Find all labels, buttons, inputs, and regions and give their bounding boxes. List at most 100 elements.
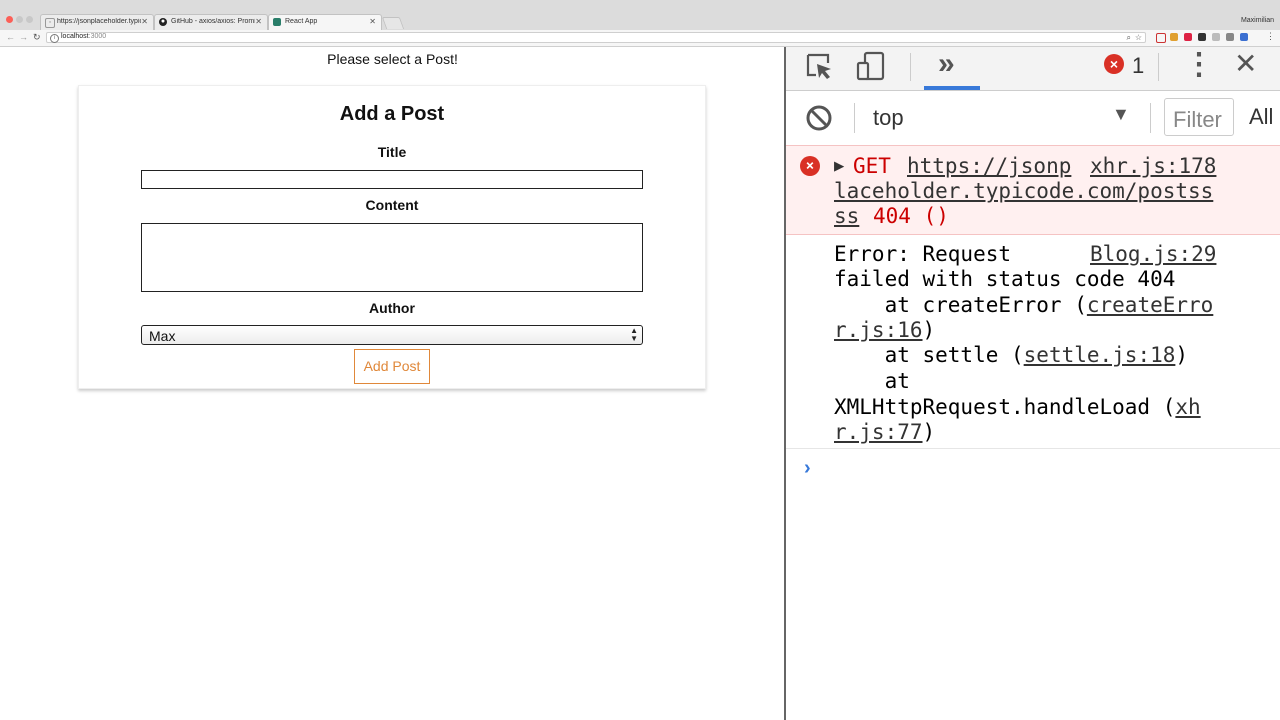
error-count[interactable]: 1 (1132, 53, 1144, 79)
reload-icon[interactable]: ↻ (33, 32, 41, 43)
browser-toolbar: ← → ↻ i localhost:3000 ⌕ ☆ ⋮ (0, 30, 1280, 47)
close-tab-icon[interactable]: ✕ (369, 17, 376, 26)
forward-arrow-icon[interactable]: → (19, 32, 28, 42)
author-select[interactable]: Max ▲ ▼ (141, 325, 643, 345)
devtools-menu-icon[interactable]: ⋮ (1184, 47, 1214, 82)
console-prompt-icon[interactable]: › (804, 457, 811, 480)
extension-icon[interactable] (1240, 33, 1248, 41)
back-arrow-icon[interactable]: ← (6, 32, 15, 42)
stack-text: XMLHttpRequest.handleLoad ( (834, 395, 1176, 419)
stack-text: ) (1175, 343, 1189, 367)
page-icon: ▫ (45, 18, 55, 28)
react-app-page: Please select a Post! Add a Post Title C… (0, 47, 785, 720)
toolbar-separator (1158, 53, 1159, 81)
browser-tab-github[interactable]: ● GitHub - axios/axios: Promise ✕ (154, 14, 268, 30)
address-url: localhost:3000 (61, 33, 106, 40)
tab-title: React App (285, 18, 318, 25)
add-post-button[interactable]: Add Post (354, 349, 430, 384)
device-toolbar-icon[interactable] (856, 51, 888, 83)
info-icon[interactable]: i (50, 34, 59, 43)
url-port: :3000 (88, 33, 107, 40)
content-textarea[interactable] (141, 223, 643, 292)
minimize-window-icon[interactable] (16, 16, 23, 23)
new-tab-button[interactable] (381, 17, 405, 29)
close-window-icon[interactable] (6, 16, 13, 23)
blog-source-link[interactable]: Blog.js:29 (1090, 242, 1216, 267)
stack-text: at (834, 369, 910, 393)
stack-text: at createError ( (834, 293, 1087, 317)
content-label: Content (365, 197, 419, 213)
context-selector[interactable]: top (873, 105, 904, 131)
extension-icon[interactable] (1198, 33, 1206, 41)
stack-link[interactable]: xh (1175, 395, 1200, 419)
url-host: localhost (61, 33, 89, 40)
select-post-message: Please select a Post! (327, 51, 458, 67)
toolbar-separator (854, 103, 855, 133)
stack-frame: r.js:77) (834, 420, 935, 445)
extension-icon[interactable] (1184, 33, 1192, 41)
toolbar-separator (910, 53, 911, 81)
extension-icon[interactable] (1156, 33, 1166, 43)
author-label: Author (369, 300, 415, 316)
expand-triangle-icon[interactable]: ▶ (834, 154, 844, 179)
stack-text: ) (922, 318, 936, 342)
add-post-form: Add a Post Title Content Author Max ▲ ▼ A… (78, 85, 706, 389)
log-levels-dropdown[interactable]: All (1249, 104, 1273, 130)
browser-tab-jsonplaceholder[interactable]: ▫ https://jsonplaceholder.typico ✕ (40, 14, 154, 30)
browser-menu-icon[interactable]: ⋮ (1266, 31, 1275, 42)
devtools-toolbar: » × 1 ⋮ ✕ (786, 47, 1280, 91)
extension-icon[interactable] (1226, 33, 1234, 41)
title-label: Title (377, 144, 407, 160)
close-tab-icon[interactable]: ✕ (255, 17, 262, 26)
error-method: GET (853, 154, 891, 178)
active-tab-indicator (924, 86, 980, 90)
stack-link[interactable]: settle.js:18 (1024, 343, 1176, 367)
stack-text: at settle ( (834, 343, 1024, 367)
react-icon (273, 18, 281, 26)
stack-frame: at settle (settle.js:18) (834, 343, 1188, 368)
error-status: 404 () (873, 204, 949, 228)
log-text: Error: Request (834, 242, 1012, 266)
browser-tab-react-app[interactable]: React App ✕ (268, 14, 382, 30)
profile-name[interactable]: Maximilian (1241, 17, 1274, 24)
author-selected-value: Max (149, 328, 176, 344)
github-icon: ● (159, 18, 167, 26)
error-url-link[interactable]: ss (834, 204, 859, 229)
bookmark-star-icon[interactable]: ☆ (1135, 33, 1142, 42)
close-devtools-icon[interactable]: ✕ (1234, 47, 1257, 80)
error-count-icon[interactable]: × (1104, 54, 1124, 74)
extension-icon[interactable] (1212, 33, 1220, 41)
log-text: failed with status code 404 (834, 267, 1176, 291)
stack-link[interactable]: r.js:77 (834, 420, 923, 444)
title-input[interactable] (141, 170, 643, 189)
xhr-source-link[interactable]: xhr.js:178 (1090, 154, 1216, 179)
console-log-message: Error: Request Blog.js:29 failed with st… (786, 235, 1280, 449)
clear-console-icon[interactable] (805, 104, 833, 132)
toolbar-separator (1150, 103, 1151, 133)
maximize-window-icon[interactable] (26, 16, 33, 23)
stack-frame: XMLHttpRequest.handleLoad (xh (834, 395, 1201, 420)
console-filter-input[interactable]: Filter (1164, 98, 1234, 136)
close-tab-icon[interactable]: ✕ (141, 17, 148, 26)
zoom-icon[interactable]: ⌕ (1127, 33, 1131, 43)
browser-tabstrip: ▫ https://jsonplaceholder.typico ✕ ● Git… (0, 0, 1280, 31)
address-bar[interactable]: i localhost:3000 ⌕ ☆ (46, 32, 1146, 43)
more-tabs-chevron-icon[interactable]: » (938, 47, 955, 81)
error-url-link[interactable]: https://jsonp (907, 154, 1071, 179)
console-filter-bar: top ▼ Filter All (786, 91, 1280, 146)
extension-icon[interactable] (1170, 33, 1178, 41)
error-url-link[interactable]: laceholder.typicode.com/postss (834, 179, 1213, 204)
stack-frame: r.js:16) (834, 318, 935, 343)
tab-title: GitHub - axios/axios: Promise (171, 18, 255, 25)
stack-frame: at createError (createErro (834, 293, 1214, 318)
select-arrows-icon: ▲ ▼ (630, 326, 638, 343)
inspect-element-icon[interactable] (804, 51, 834, 81)
form-heading: Add a Post (339, 103, 445, 125)
stack-link[interactable]: r.js:16 (834, 318, 923, 342)
context-dropdown-icon[interactable]: ▼ (1112, 104, 1130, 125)
tab-title: https://jsonplaceholder.typico (57, 18, 141, 25)
stack-link[interactable]: createErro (1087, 293, 1213, 317)
error-icon: × (800, 156, 820, 176)
console-error-message: × ▶ GET https://jsonp xhr.js:178 lacehol… (786, 145, 1280, 235)
devtools-panel: » × 1 ⋮ ✕ top ▼ Filter All × ▶ GET https… (786, 47, 1280, 720)
